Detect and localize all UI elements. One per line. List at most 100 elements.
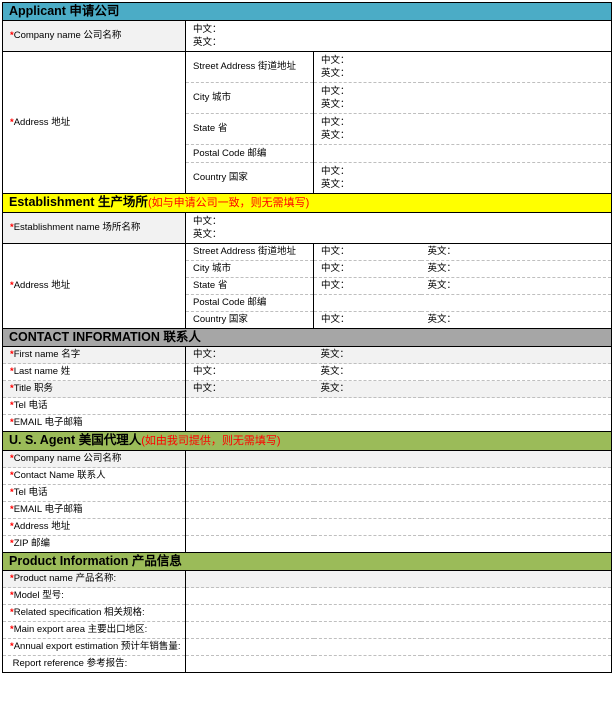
label-cn: 地址 — [51, 116, 71, 128]
label-cn: 公司名称 — [83, 453, 122, 464]
label-en: EMAIL — [13, 504, 45, 515]
label-product-main-export-area: *Main export area 主要出口地区: — [2, 621, 186, 639]
label-cn: 联系人 — [77, 470, 106, 481]
value-contact-tel[interactable] — [185, 397, 612, 415]
sublabel-state: State 省 — [185, 113, 314, 145]
value-en: 英文： — [320, 366, 350, 377]
sublabel-en: Postal Code — [193, 297, 248, 308]
sublabel-cn: 省 — [217, 123, 228, 134]
value-applicant-company-name[interactable]: 中文： 英文： — [185, 20, 612, 52]
establishment-header-en: Establishment — [9, 195, 98, 209]
row-agent-zip: *ZIP 邮编 — [2, 535, 612, 553]
value-cn: 中文： — [321, 117, 350, 128]
sublabel-street-address: Street Address 街道地址 — [185, 51, 314, 83]
label-en: Address — [13, 521, 52, 532]
value-title-cn[interactable]: 中文： — [185, 380, 314, 398]
value-cn: 中文： — [321, 86, 350, 97]
sublabel-street-address: Street Address 街道地址 — [185, 243, 314, 261]
sublabel-en: City — [193, 92, 212, 103]
label-product-model: *Model 型号: — [2, 587, 186, 605]
value-cn: 中文： — [321, 314, 350, 325]
value-street-address-cn[interactable]: 中文： — [313, 243, 421, 261]
product-header-en: Product Information — [9, 554, 132, 568]
contact-header-en: CONTACT INFORMATION — [9, 330, 164, 344]
value-product-model[interactable] — [185, 587, 612, 605]
sublabel-country: Country 国家 — [185, 162, 314, 194]
row-product-report-reference: Report reference 参考报告: — [2, 655, 612, 673]
value-last-name-cn[interactable]: 中文： — [185, 363, 314, 381]
sublabel-state: State 省 — [185, 277, 314, 295]
section-header-product: Product Information 产品信息 — [2, 552, 612, 571]
label-cn: 预计年销售量: — [120, 641, 181, 652]
label-product-annual-export: *Annual export estimation 预计年销售量: — [2, 638, 186, 656]
row-applicant-address-street: *Address 地址 Street Address 街道地址 中文： 英文： — [2, 51, 612, 194]
value-establishment-name[interactable]: 中文： 英文： — [185, 212, 612, 244]
label-applicant-company-name: *Company name 公司名称 — [2, 20, 186, 52]
us-agent-header-cn: 美国代理人 — [78, 433, 142, 447]
label-en: Model — [13, 590, 43, 601]
value-agent-tel[interactable] — [185, 484, 612, 502]
label-cn: 姓 — [60, 366, 71, 377]
value-city-en[interactable]: 英文： — [420, 260, 612, 278]
contact-header-cn: 联系人 — [163, 330, 201, 344]
label-en: Report reference — [12, 658, 87, 669]
sublabel-en: Postal Code — [193, 147, 248, 159]
value-postal-code-cn[interactable] — [313, 294, 421, 312]
value-postal-code-en[interactable] — [420, 294, 612, 312]
value-agent-contact-name[interactable] — [185, 467, 612, 485]
label-cn: 邮编 — [30, 538, 50, 549]
value-title-en[interactable]: 英文： — [313, 380, 612, 398]
value-agent-zip[interactable] — [185, 535, 612, 553]
value-postal-code[interactable] — [313, 144, 612, 163]
value-state-cn[interactable]: 中文： — [313, 277, 421, 295]
value-en: 英文： — [321, 130, 350, 141]
label-cn: 电子邮箱 — [44, 504, 83, 515]
value-country[interactable]: 中文： 英文： — [313, 162, 612, 194]
label-cn: 场所名称 — [102, 222, 141, 233]
sublabel-en: Street Address — [193, 61, 258, 72]
value-product-related-spec[interactable] — [185, 604, 612, 622]
value-cn: 中文： — [321, 263, 350, 274]
value-agent-company-name[interactable] — [185, 450, 612, 468]
value-product-report-reference[interactable] — [185, 655, 612, 673]
label-cn: 主要出口地区: — [87, 624, 148, 635]
value-contact-email[interactable] — [185, 414, 612, 432]
applicant-header-cn: 申请公司 — [69, 4, 120, 18]
label-establishment-address: *Address 地址 — [2, 243, 186, 329]
label-cn: 地址 — [51, 521, 71, 532]
value-product-main-export-area[interactable] — [185, 621, 612, 639]
label-en: Title — [13, 383, 34, 394]
value-en: 英文： — [427, 314, 457, 325]
value-city[interactable]: 中文： 英文： — [313, 82, 612, 114]
sublabel-city: City 城市 — [185, 260, 314, 278]
value-city-cn[interactable]: 中文： — [313, 260, 421, 278]
value-first-name-cn[interactable]: 中文： — [185, 346, 314, 364]
label-en: Product name — [13, 573, 76, 584]
sublabel-cn: 邮编 — [247, 147, 267, 159]
sublabel-cn: 城市 — [212, 263, 232, 274]
value-country-cn[interactable]: 中文： — [313, 311, 421, 329]
value-country-en[interactable]: 英文： — [420, 311, 612, 329]
value-cn: 中文： — [193, 216, 222, 227]
value-agent-address[interactable] — [185, 518, 612, 536]
row-contact-last-name: *Last name 姓 中文： 英文： — [2, 363, 612, 381]
value-street-address[interactable]: 中文： 英文： — [313, 51, 612, 83]
row-agent-company-name: *Company name 公司名称 — [2, 450, 612, 468]
value-state-en[interactable]: 英文： — [420, 277, 612, 295]
value-state[interactable]: 中文： 英文： — [313, 113, 612, 145]
value-product-annual-export[interactable] — [185, 638, 612, 656]
value-agent-email[interactable] — [185, 501, 612, 519]
value-street-address-en[interactable]: 英文： — [420, 243, 612, 261]
us-agent-header-note: (如由我司提供，则无需填写) — [141, 435, 281, 447]
label-agent-company-name: *Company name 公司名称 — [2, 450, 186, 468]
label-cn: 公司名称 — [83, 30, 122, 41]
value-first-name-en[interactable]: 英文： — [313, 346, 612, 364]
value-product-name[interactable] — [185, 570, 612, 588]
row-product-model: *Model 型号: — [2, 587, 612, 605]
section-header-product-row: Product Information 产品信息 — [2, 552, 612, 571]
row-product-main-export-area: *Main export area 主要出口地区: — [2, 621, 612, 639]
value-last-name-en[interactable]: 英文： — [313, 363, 612, 381]
section-header-applicant: Applicant 申请公司 — [2, 2, 612, 21]
sublabel-en: Country — [193, 172, 229, 183]
row-contact-first-name: *First name 名字 中文： 英文： — [2, 346, 612, 364]
